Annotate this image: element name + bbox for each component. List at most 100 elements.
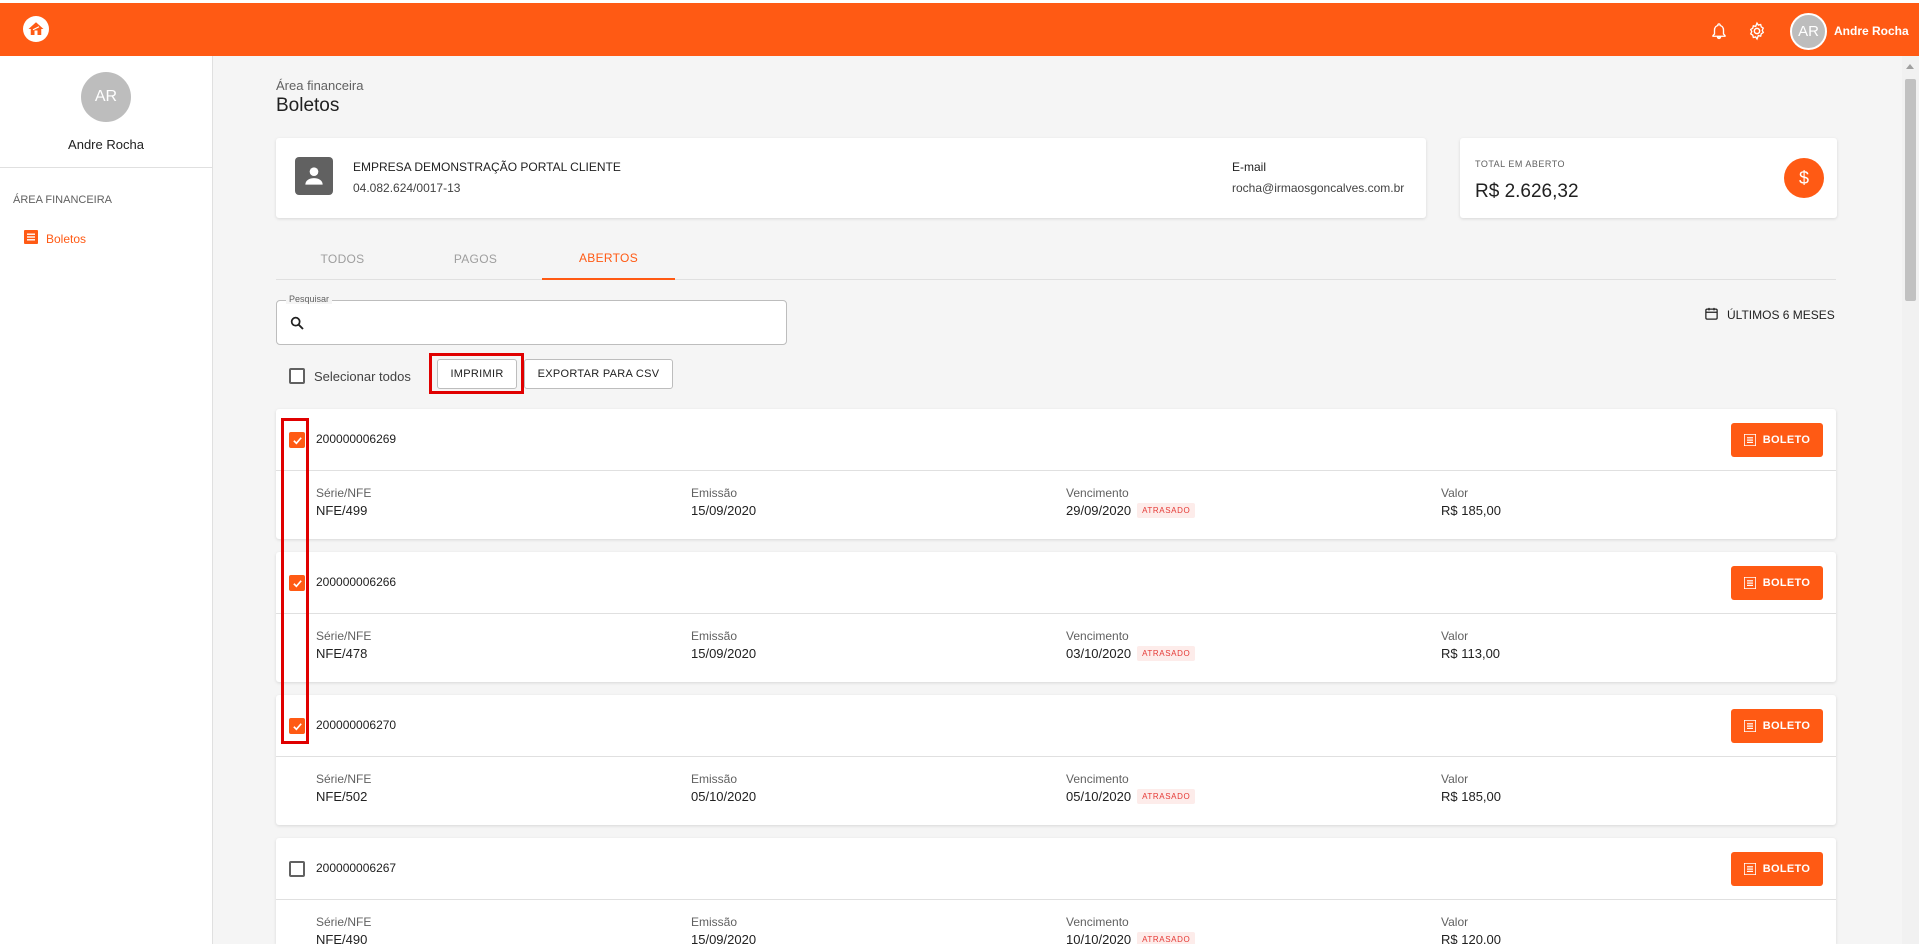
field-value: R$ 120,00 bbox=[1441, 932, 1501, 944]
sidebar-item-boletos[interactable]: Boletos bbox=[24, 230, 86, 247]
period-filter[interactable]: ÚLTIMOS 6 MESES bbox=[1704, 306, 1835, 324]
field-emissao: Emissão 05/10/2020 bbox=[691, 772, 756, 804]
select-all-checkbox[interactable] bbox=[289, 368, 305, 384]
field-label: Emissão bbox=[691, 629, 738, 643]
field-label: Série/NFE bbox=[316, 772, 372, 786]
select-all-label: Selecionar todos bbox=[314, 368, 411, 384]
status-badge: ATRASADO bbox=[1137, 503, 1196, 518]
dollar-icon: $ bbox=[1784, 158, 1824, 198]
field-value: 15/09/2020 bbox=[691, 646, 757, 661]
print-highlight-box bbox=[429, 353, 524, 394]
sidebar-item-label: Boletos bbox=[46, 231, 87, 246]
boleto-number: 200000006269 bbox=[316, 432, 397, 446]
field-label: Valor bbox=[1441, 629, 1469, 643]
field-value: NFE/490 bbox=[316, 932, 368, 944]
bell-icon[interactable] bbox=[1710, 21, 1728, 46]
email-value: rocha@irmaosgoncalves.com.br bbox=[1232, 181, 1405, 195]
period-label: ÚLTIMOS 6 MESES bbox=[1727, 308, 1835, 322]
field-vencimento: Vencimento 29/09/2020 ATRASADO bbox=[1066, 486, 1196, 518]
boleto-button[interactable]: BOLETO bbox=[1731, 709, 1823, 743]
gear-icon[interactable] bbox=[1747, 21, 1767, 46]
boleto-button[interactable]: BOLETO bbox=[1731, 423, 1823, 457]
field-value: 03/10/2020 bbox=[1066, 646, 1132, 661]
boleto-card: 200000006267 BOLETO Série/NFE NFE/490 Emi… bbox=[276, 838, 1836, 944]
boleto-number: 200000006266 bbox=[316, 575, 397, 589]
search-field: Pesquisar bbox=[276, 294, 787, 345]
field-emissao: Emissão 15/09/2020 bbox=[691, 486, 756, 518]
field-value: 05/10/2020 bbox=[1066, 789, 1132, 804]
boleto-button[interactable]: BOLETO bbox=[1731, 566, 1823, 600]
field-serie: Série/NFE NFE/478 bbox=[316, 629, 371, 661]
field-value: R$ 113,00 bbox=[1441, 646, 1501, 661]
field-label: Valor bbox=[1441, 486, 1469, 500]
boleto-button-label: BOLETO bbox=[1762, 720, 1811, 732]
export-csv-button[interactable]: EXPORTAR PARA CSV bbox=[524, 359, 673, 389]
boleto-button-label: BOLETO bbox=[1762, 863, 1811, 875]
boleto-button[interactable]: BOLETO bbox=[1731, 852, 1823, 886]
field-serie: Série/NFE NFE/490 bbox=[316, 915, 371, 944]
sidebar-avatar: AR bbox=[81, 72, 131, 122]
boleto-checkbox[interactable] bbox=[289, 861, 305, 882]
field-value: 15/09/2020 bbox=[691, 503, 757, 518]
field-serie: Série/NFE NFE/502 bbox=[316, 772, 371, 804]
field-emissao: Emissão 15/09/2020 bbox=[691, 629, 756, 661]
field-label: Vencimento bbox=[1066, 772, 1129, 786]
field-label: Emissão bbox=[691, 486, 738, 500]
scrollbar-thumb[interactable] bbox=[1905, 79, 1916, 301]
checkbox-highlight-box bbox=[281, 418, 309, 744]
status-badge: ATRASADO bbox=[1137, 932, 1196, 944]
receipt-icon bbox=[1743, 434, 1756, 446]
search-label: Pesquisar bbox=[286, 294, 333, 304]
field-value: NFE/502 bbox=[316, 789, 368, 804]
search-input[interactable] bbox=[317, 311, 777, 335]
home-logo-icon[interactable] bbox=[23, 16, 49, 42]
total-open-card: TOTAL EM ABERTO R$ 2.626,32 $ bbox=[1460, 138, 1837, 218]
field-valor: Valor R$ 120,00 bbox=[1441, 915, 1501, 944]
select-all[interactable]: Selecionar todos bbox=[289, 368, 411, 384]
field-serie: Série/NFE NFE/499 bbox=[316, 486, 371, 518]
field-label: Valor bbox=[1441, 915, 1469, 929]
scroll-up-icon[interactable] bbox=[1906, 64, 1914, 69]
field-value: NFE/499 bbox=[316, 503, 368, 518]
boleto-number: 200000006270 bbox=[316, 718, 397, 732]
field-value: 05/10/2020 bbox=[691, 789, 757, 804]
field-label: Emissão bbox=[691, 915, 738, 929]
tab-pagos[interactable]: PAGOS bbox=[409, 238, 542, 280]
company-cnpj: 04.082.624/0017-13 bbox=[353, 181, 461, 195]
user-name[interactable]: Andre Rocha bbox=[1834, 24, 1909, 38]
email-label: E-mail bbox=[1232, 160, 1267, 174]
field-label: Vencimento bbox=[1066, 486, 1129, 500]
breadcrumb: Área financeira bbox=[276, 78, 364, 93]
top-app-bar: AR Andre Rocha bbox=[0, 0, 1919, 56]
field-valor: Valor R$ 185,00 bbox=[1441, 772, 1501, 804]
field-valor: Valor R$ 185,00 bbox=[1441, 486, 1501, 518]
field-value: 10/10/2020 bbox=[1066, 932, 1132, 944]
field-label: Série/NFE bbox=[316, 915, 372, 929]
field-label: Série/NFE bbox=[316, 629, 372, 643]
status-badge: ATRASADO bbox=[1137, 789, 1196, 804]
page-title: Boletos bbox=[276, 95, 340, 116]
company-name: EMPRESA DEMONSTRAÇÃO PORTAL CLIENTE bbox=[353, 160, 621, 174]
boleto-card: 200000006269 BOLETO Série/NFE NFE/499 Emi… bbox=[276, 409, 1836, 539]
field-vencimento: Vencimento 05/10/2020 ATRASADO bbox=[1066, 772, 1196, 804]
boleto-card: 200000006266 BOLETO Série/NFE NFE/478 Emi… bbox=[276, 552, 1836, 682]
user-avatar[interactable]: AR bbox=[1790, 13, 1827, 50]
field-label: Série/NFE bbox=[316, 486, 372, 500]
field-label: Vencimento bbox=[1066, 915, 1129, 929]
receipt-icon bbox=[1743, 577, 1756, 589]
boleto-number: 200000006267 bbox=[316, 861, 397, 875]
field-value: NFE/478 bbox=[316, 646, 368, 661]
page-scrollbar[interactable] bbox=[1902, 56, 1919, 944]
checkbox-unchecked-icon bbox=[289, 861, 305, 877]
search-icon bbox=[289, 315, 305, 336]
field-value: 29/09/2020 bbox=[1066, 503, 1132, 518]
boleto-header: 200000006267 BOLETO bbox=[276, 838, 1836, 900]
tab-abertos[interactable]: ABERTOS bbox=[542, 238, 675, 280]
field-emissao: Emissão 15/09/2020 bbox=[691, 915, 756, 944]
tab-todos[interactable]: TODOS bbox=[276, 238, 409, 280]
receipt-icon bbox=[1743, 720, 1756, 732]
field-vencimento: Vencimento 10/10/2020 ATRASADO bbox=[1066, 915, 1196, 944]
status-badge: ATRASADO bbox=[1137, 646, 1196, 661]
field-label: Valor bbox=[1441, 772, 1469, 786]
boleto-header: 200000006269 BOLETO bbox=[276, 409, 1836, 471]
